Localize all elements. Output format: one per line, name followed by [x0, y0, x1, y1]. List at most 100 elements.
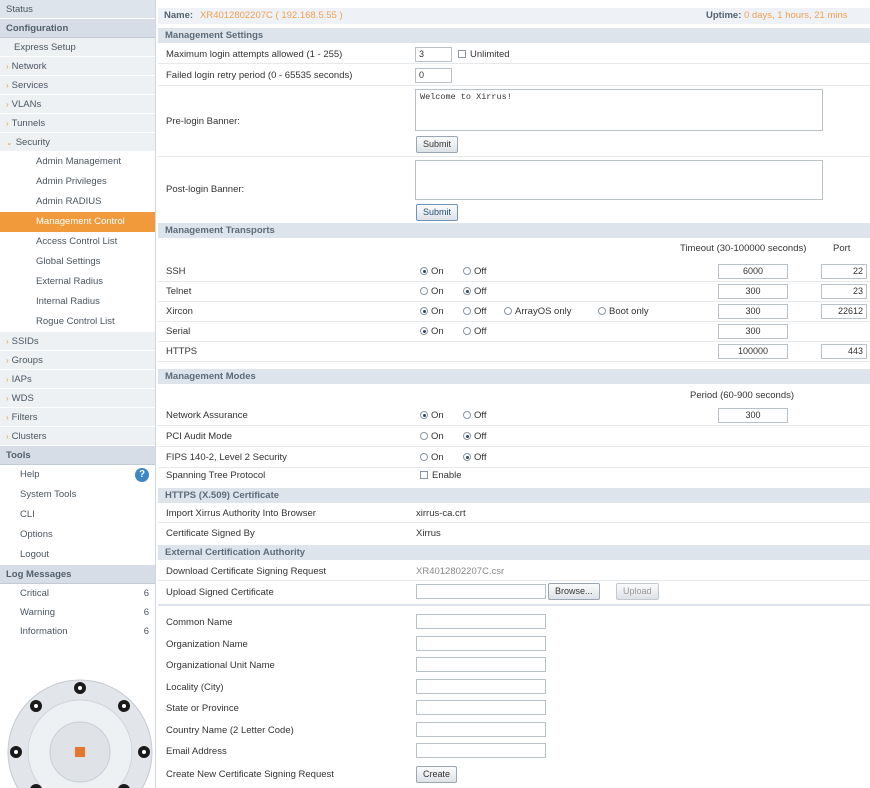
retry-period-input[interactable]: 0 [415, 68, 452, 83]
mode-fips-140-2-level-2-security-on-radio[interactable]: On [420, 452, 444, 463]
transport-https-timeout-input[interactable]: 100000 [718, 344, 788, 359]
upload-button[interactable]: Upload [616, 583, 659, 600]
transport-xircon-on-radio[interactable]: On [420, 306, 444, 317]
dial-center-icon[interactable] [75, 747, 85, 757]
transport-xircon-off-radio[interactable]: Off [463, 306, 487, 317]
mode-pci-audit-mode-off-radio[interactable]: Off [463, 431, 487, 442]
unlimited-checkbox-box[interactable] [458, 50, 466, 58]
radio-dot[interactable] [463, 432, 471, 440]
mode-network-assurance-on-radio[interactable]: On [420, 410, 444, 421]
transport-serial-on-radio[interactable]: On [420, 326, 444, 337]
sidebar-tool-system-tools[interactable]: System Tools [0, 485, 155, 505]
transport-xircon-bootonly-radio[interactable]: Boot only [598, 306, 649, 317]
sidebar-section-log-messages[interactable]: Log Messages [0, 565, 155, 584]
sidebar-subitem-admin-privileges[interactable]: Admin Privileges [0, 172, 155, 192]
mode-network-assurance-period-input[interactable]: 300 [718, 408, 788, 423]
sidebar-item-status[interactable]: Status [0, 0, 155, 19]
transport-telnet-off-radio[interactable]: Off [463, 286, 487, 297]
radio-dot[interactable] [463, 307, 471, 315]
sidebar-subitem-access-control-list[interactable]: Access Control List [0, 232, 155, 252]
sidebar-item-network[interactable]: › Network [0, 57, 155, 76]
download-csr-link[interactable]: XR4012802207C.csr [416, 566, 504, 577]
radio-dot[interactable] [463, 287, 471, 295]
sidebar-log-warning[interactable]: Warning 6 [0, 603, 155, 622]
sidebar-log-critical[interactable]: Critical 6 [0, 584, 155, 603]
mode-fips-140-2-level-2-security-off-radio[interactable]: Off [463, 452, 487, 463]
sidebar-tool-cli[interactable]: CLI [0, 505, 155, 525]
transport-telnet-timeout-input[interactable]: 300 [718, 284, 788, 299]
mode-network-assurance-off-radio[interactable]: Off [463, 410, 487, 421]
sidebar-section-configuration[interactable]: Configuration [0, 19, 155, 38]
ca-field-organization-name-input[interactable] [416, 635, 546, 651]
browse-button[interactable]: Browse... [548, 583, 600, 600]
sidebar-tool-logout[interactable]: Logout [0, 545, 155, 565]
spanning-tree-checkbox[interactable]: Enable [420, 470, 462, 481]
sidebar-log-information[interactable]: Information 6 [0, 622, 155, 641]
sidebar-item-tunnels[interactable]: › Tunnels [0, 114, 155, 133]
radio-dot[interactable] [598, 307, 606, 315]
radio-dot[interactable] [420, 307, 428, 315]
radio-dot[interactable] [504, 307, 512, 315]
sidebar-item-groups[interactable]: › Groups [0, 351, 155, 370]
postlogin-banner-textarea[interactable] [415, 160, 823, 200]
sidebar-subitem-rogue-control-list[interactable]: Rogue Control List [0, 312, 155, 332]
radio-dot[interactable] [420, 411, 428, 419]
sidebar-subitem-management-control[interactable]: Management Control [0, 212, 155, 232]
transport-ssh-on-radio[interactable]: On [420, 266, 444, 277]
radio-dot[interactable] [463, 267, 471, 275]
max-login-input[interactable]: 3 [415, 47, 452, 62]
radio-dot[interactable] [420, 432, 428, 440]
ca-field-email-address-input[interactable] [416, 743, 546, 758]
transport-serial-off-radio[interactable]: Off [463, 326, 487, 337]
prelogin-banner-textarea[interactable]: Welcome to Xirrus! [415, 89, 823, 131]
unlimited-checkbox[interactable]: Unlimited [458, 49, 510, 60]
transport-xircon-arrayos-radio[interactable]: ArrayOS only [504, 306, 572, 317]
ca-field-organizational-unit-name-input[interactable] [416, 657, 546, 672]
transport-ssh-off-radio[interactable]: Off [463, 266, 487, 277]
sidebar-item-filters[interactable]: › Filters [0, 408, 155, 427]
radio-dot[interactable] [420, 453, 428, 461]
sidebar-item-vlans[interactable]: › VLANs [0, 95, 155, 114]
create-csr-button[interactable]: Create [416, 766, 458, 783]
sidebar-item-wds[interactable]: › WDS [0, 389, 155, 408]
sidebar-section-tools[interactable]: Tools [0, 446, 155, 465]
mode-pci-audit-mode-on-radio[interactable]: On [420, 431, 444, 442]
sidebar-subitem-global-settings[interactable]: Global Settings [0, 252, 155, 272]
sidebar-tool-options[interactable]: Options [0, 525, 155, 545]
radio-dot[interactable] [463, 327, 471, 335]
prelogin-submit-button[interactable]: Submit [416, 136, 459, 153]
sidebar-item-express-setup[interactable]: Express Setup [0, 38, 155, 57]
sidebar-item-security[interactable]: ⌄ Security [0, 133, 155, 152]
ca-field-country-name-2-letter-code--input[interactable] [416, 721, 546, 737]
sidebar-subitem-admin-management[interactable]: Admin Management [0, 152, 155, 172]
transport-telnet-on-radio[interactable]: On [420, 286, 444, 297]
transport-xircon-timeout-input[interactable]: 300 [718, 304, 788, 319]
sidebar-item-clusters[interactable]: › Clusters [0, 427, 155, 446]
transport-telnet-port-input[interactable]: 23 [821, 284, 867, 299]
sidebar-tool-help[interactable]: Help? [0, 465, 155, 485]
sidebar-subitem-internal-radius[interactable]: Internal Radius [0, 292, 155, 312]
transport-ssh-timeout-input[interactable]: 6000 [718, 264, 788, 279]
transport-xircon-port-input[interactable]: 22612 [821, 304, 867, 319]
radio-dot[interactable] [420, 267, 428, 275]
ca-field-common-name-input[interactable] [416, 614, 546, 629]
ca-field-locality-city--input[interactable] [416, 678, 546, 694]
radio-dot[interactable] [463, 453, 471, 461]
sidebar-subitem-external-radius[interactable]: External Radius [0, 272, 155, 292]
sidebar-item-iaps[interactable]: › IAPs [0, 370, 155, 389]
radio-dot[interactable] [463, 411, 471, 419]
transport-https-port-input[interactable]: 443 [821, 344, 867, 359]
transport-serial-timeout-input[interactable]: 300 [718, 324, 788, 339]
import-authority-link[interactable]: xirrus-ca.crt [416, 508, 466, 519]
upload-cert-file-input[interactable] [416, 584, 546, 599]
postlogin-submit-button[interactable]: Submit [416, 204, 459, 221]
sidebar-subitem-admin-radius[interactable]: Admin RADIUS [0, 192, 155, 212]
sidebar-item-ssids[interactable]: › SSIDs [0, 332, 155, 351]
radio-dot[interactable] [420, 287, 428, 295]
sidebar-item-services[interactable]: › Services [0, 76, 155, 95]
transport-ssh-port-input[interactable]: 22 [821, 264, 867, 279]
radio-dot[interactable] [420, 327, 428, 335]
help-icon[interactable]: ? [135, 468, 149, 482]
ca-field-state-or-province-input[interactable] [416, 700, 546, 715]
spanning-tree-checkbox-box[interactable] [420, 471, 428, 479]
